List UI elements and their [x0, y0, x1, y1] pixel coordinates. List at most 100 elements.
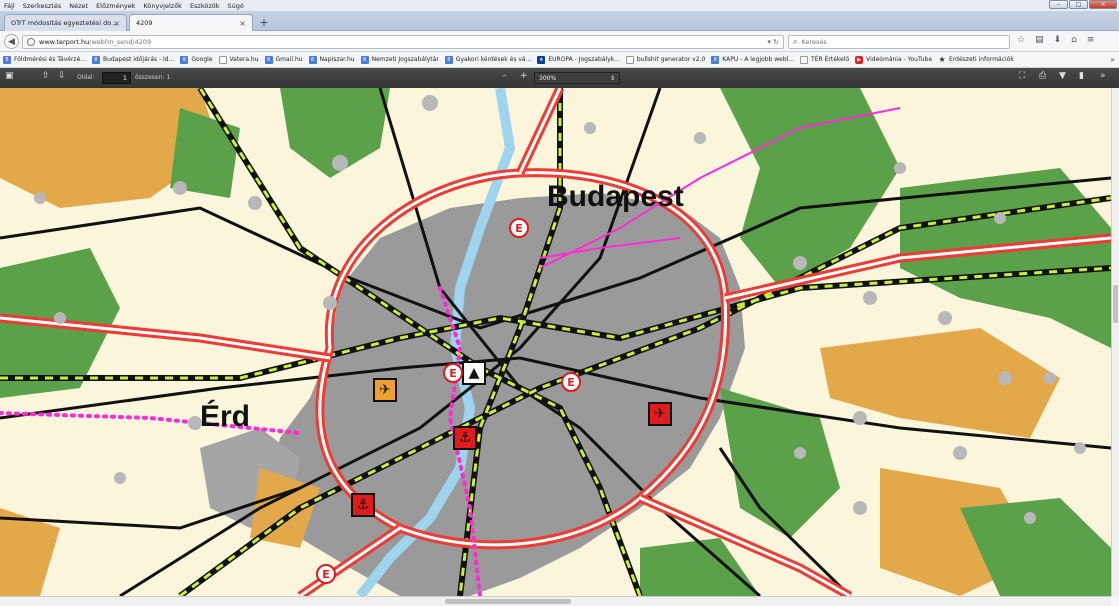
sidebar-toggle-icon[interactable]: ▣	[5, 71, 14, 81]
eu-flag-icon: ★	[537, 55, 546, 64]
bookmarks-more-icon[interactable]: »	[1110, 55, 1115, 64]
download-icon[interactable]: ⬇	[1054, 35, 1062, 45]
bookmark-star-icon[interactable]: ☆	[1017, 35, 1025, 45]
new-tab-button[interactable]: +	[256, 14, 272, 30]
bookmark-label: Földmérési és Távérzé...	[14, 56, 86, 63]
horizontal-scroll-thumb[interactable]	[445, 599, 571, 604]
bookmark-item[interactable]: 8 Napiszar.hu	[308, 55, 355, 64]
bookmark-favicon: 8	[360, 55, 369, 64]
menu-view[interactable]: Nézet	[69, 2, 88, 10]
bookmark-favicon: 8	[711, 55, 720, 64]
bookmark-label: Videómánia - YouTube	[866, 56, 933, 63]
zoom-select[interactable]: 300% ⇕	[534, 72, 620, 84]
map-svg	[0, 88, 1111, 596]
home-icon[interactable]: ⌂	[1071, 35, 1077, 45]
budapest-city-label: Budapest	[547, 180, 684, 213]
save-icon[interactable]: ▼	[1059, 71, 1066, 81]
ferry-e-icon: E	[561, 372, 581, 392]
bookmark-favicon: 8	[308, 55, 317, 64]
url-text: www.terport.hu/webfm_send/4209	[39, 38, 152, 46]
window-controls: – □ ✕	[1049, 0, 1117, 9]
bookmark-item[interactable]: ▶ Videómánia - YouTube	[855, 55, 933, 64]
bookmark-item[interactable]: 8 KAPU - A legjobb webl...	[711, 55, 795, 64]
page-total: összesen: 1	[135, 74, 171, 81]
vertical-scrollbar[interactable]	[1111, 88, 1119, 596]
zoom-in-button[interactable]: +	[520, 71, 528, 81]
tab-4209[interactable]: 4209 ×	[129, 14, 253, 31]
chevron-down-icon: ⇕	[609, 75, 615, 82]
globe-icon	[27, 38, 35, 46]
pdf-toolbar: ▣ ⇧ ⇩ Oldal: 1 összesen: 1 – + 300% ⇕ ⛶ …	[0, 68, 1119, 88]
tab-close-icon[interactable]: ×	[113, 19, 120, 28]
airport-icon: ✈	[648, 402, 672, 426]
previous-page-icon[interactable]: ⇧	[42, 71, 50, 81]
close-window-button[interactable]: ✕	[1089, 0, 1117, 9]
bookmark-item[interactable]: 8 Google	[180, 55, 213, 64]
toolbar-icons: ☆ ▤ ⬇ ⌂ ≡	[1017, 35, 1094, 45]
bookmark-item[interactable]: 8 Nemzeti Jogszabálytár	[360, 55, 439, 64]
bookmark-item[interactable]: 8 Gyakori kérdések és vá...	[444, 55, 532, 64]
bookmark-favicon: 8	[264, 55, 273, 64]
menu-tools[interactable]: Eszközök	[190, 2, 220, 10]
menu-bar: Fájl Szerkesztés Nézet Előzmények Könyvj…	[0, 0, 1119, 11]
bookmark-label: Vatera.hu	[229, 56, 259, 63]
bookmark-item[interactable]: 8 Budapest időjárás - Id...	[92, 55, 175, 64]
minimize-button[interactable]: –	[1049, 0, 1068, 9]
horizontal-scrollbar[interactable]	[0, 596, 1111, 606]
bookmark-item[interactable]: 8 Földmérési és Távérzé...	[3, 55, 86, 64]
url-bar[interactable]: www.terport.hu/webfm_send/4209 ▾ ↻	[22, 35, 784, 49]
maximize-button[interactable]: □	[1069, 0, 1088, 9]
ferry-e-icon: E	[509, 218, 529, 238]
ferry-e-icon: E	[443, 363, 463, 383]
back-button[interactable]: ◀	[4, 34, 19, 49]
bookmarks-toolbar: 8 Földmérési és Távérzé... 8 Budapest időjá…	[0, 52, 1119, 68]
star-icon: ★	[938, 55, 946, 64]
bookmark-item[interactable]: ★ EUROPA - Jogszabályk...	[537, 55, 620, 64]
tab-otrt[interactable]: OTrT módosítás egyeztetési do... ×	[4, 14, 127, 31]
blank-page-icon	[218, 55, 227, 64]
bookmark-label: Budapest időjárás - Id...	[103, 56, 175, 63]
pdf-map-canvas[interactable]: Budapest Érd ✈ ✈ ⚓ ⚓ ▲ E E E E	[0, 88, 1111, 596]
bookmark-label: KAPU - A legjobb webl...	[722, 56, 795, 63]
page-number-input[interactable]: 1	[102, 72, 131, 84]
bookmark-label: bullshit generator v2.0	[636, 56, 706, 63]
presentation-mode-icon[interactable]: ⛶	[1019, 71, 1025, 81]
menu-help[interactable]: Súgó	[228, 2, 244, 10]
menu-file[interactable]: Fájl	[4, 2, 15, 10]
port-anchor-icon: ⚓	[351, 493, 375, 517]
bookmark-label: Gmail.hu	[275, 56, 303, 63]
bookmark-item[interactable]: bullshit generator v2.0	[625, 55, 706, 64]
tab-label: 4209	[136, 19, 153, 27]
port-anchor-icon: ⚓	[453, 426, 477, 450]
search-bar[interactable]: ⌕	[788, 35, 1010, 49]
blank-page-icon	[625, 55, 634, 64]
bookmark-favicon: 8	[3, 55, 11, 64]
bookmark-item[interactable]: ★ Erdészeti információk	[938, 55, 1013, 64]
print-icon[interactable]: ⎙	[1039, 71, 1046, 81]
reading-list-icon[interactable]: ▤	[1035, 35, 1044, 45]
bookmark-label: TÉR Értékelő	[811, 56, 850, 63]
search-icon: ⌕	[793, 37, 798, 46]
bookmark-item[interactable]: Vatera.hu	[218, 55, 259, 64]
bookmark-favicon: 8	[92, 55, 100, 64]
bookmark-label: EUROPA - Jogszabályk...	[548, 56, 620, 63]
bookmark-label: Gyakori kérdések és vá...	[455, 56, 532, 63]
zoom-value: 300%	[539, 75, 557, 82]
menu-bookmarks[interactable]: Könyvjelzők	[143, 2, 182, 10]
tab-close-icon[interactable]: ×	[239, 19, 246, 28]
bookmark-item[interactable]: 8 Gmail.hu	[264, 55, 303, 64]
erd-city-label: Érd	[200, 400, 251, 433]
tab-label: OTrT módosítás egyeztetési do...	[11, 19, 118, 27]
bookmark-label: Google	[191, 56, 213, 63]
search-input[interactable]	[801, 38, 992, 46]
menu-icon[interactable]: ≡	[1087, 35, 1095, 45]
reload-icon[interactable]: ▾ ↻	[767, 38, 779, 46]
zoom-out-button[interactable]: –	[502, 71, 507, 81]
next-page-icon[interactable]: ⇩	[58, 71, 66, 81]
tools-more-icon[interactable]: »	[1100, 71, 1106, 81]
menu-history[interactable]: Előzmények	[96, 2, 135, 10]
bookmark-item[interactable]: TÉR Értékelő	[800, 55, 850, 64]
vertical-scroll-thumb[interactable]	[1113, 285, 1118, 323]
menu-edit[interactable]: Szerkesztés	[23, 2, 61, 10]
bookmark-icon[interactable]: ▮	[1079, 71, 1084, 81]
